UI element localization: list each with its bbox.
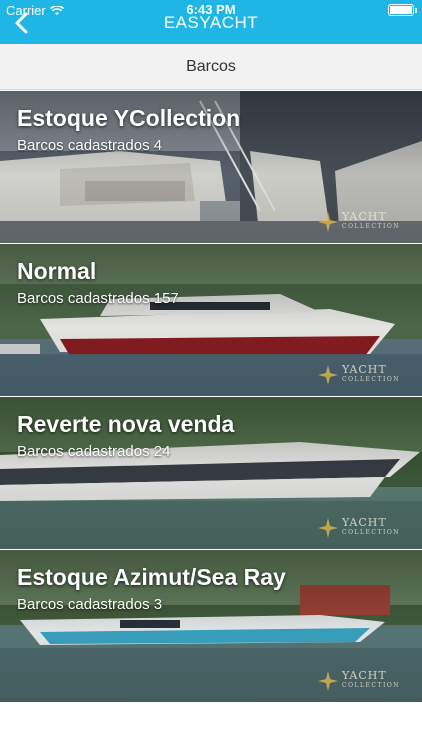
star-logo-icon	[318, 365, 338, 385]
star-logo-icon	[318, 212, 338, 232]
category-count: Barcos cadastrados 24	[17, 443, 171, 460]
star-logo-icon	[318, 518, 338, 538]
category-card-reverte[interactable]: Reverte nova venda Barcos cadastrados 24…	[0, 397, 422, 549]
boat-category-list: Estoque YCollection Barcos cadastrados 4…	[0, 90, 422, 702]
yacht-collection-logo: YACHT COLLECTION	[317, 364, 400, 386]
category-card-normal[interactable]: Normal Barcos cadastrados 157 YACHT COLLE…	[0, 244, 422, 396]
section-title: Barcos	[186, 57, 236, 75]
yacht-collection-logo: YACHT COLLECTION	[317, 670, 400, 692]
yacht-collection-logo: YACHT COLLECTION	[317, 517, 400, 539]
category-count: Barcos cadastrados 157	[17, 290, 179, 307]
page-title: EASYACHT	[163, 13, 259, 32]
category-title: Estoque YCollection	[17, 105, 241, 131]
section-header: Barcos	[0, 44, 422, 90]
category-count: Barcos cadastrados 4	[17, 137, 163, 154]
navigation-bar: Carrier 6:43 PM EASYACHT	[0, 0, 422, 44]
category-title: Normal	[17, 258, 97, 284]
category-title: Reverte nova venda	[17, 411, 235, 437]
star-logo-icon	[318, 671, 338, 691]
category-card-ycollection[interactable]: Estoque YCollection Barcos cadastrados 4…	[0, 91, 422, 243]
category-card-azimut-searay[interactable]: Estoque Azimut/Sea Ray Barcos cadastrado…	[0, 550, 422, 702]
category-count: Barcos cadastrados 3	[17, 596, 163, 613]
category-title: Estoque Azimut/Sea Ray	[17, 564, 286, 590]
yacht-collection-logo: YACHT COLLECTION	[317, 211, 400, 233]
